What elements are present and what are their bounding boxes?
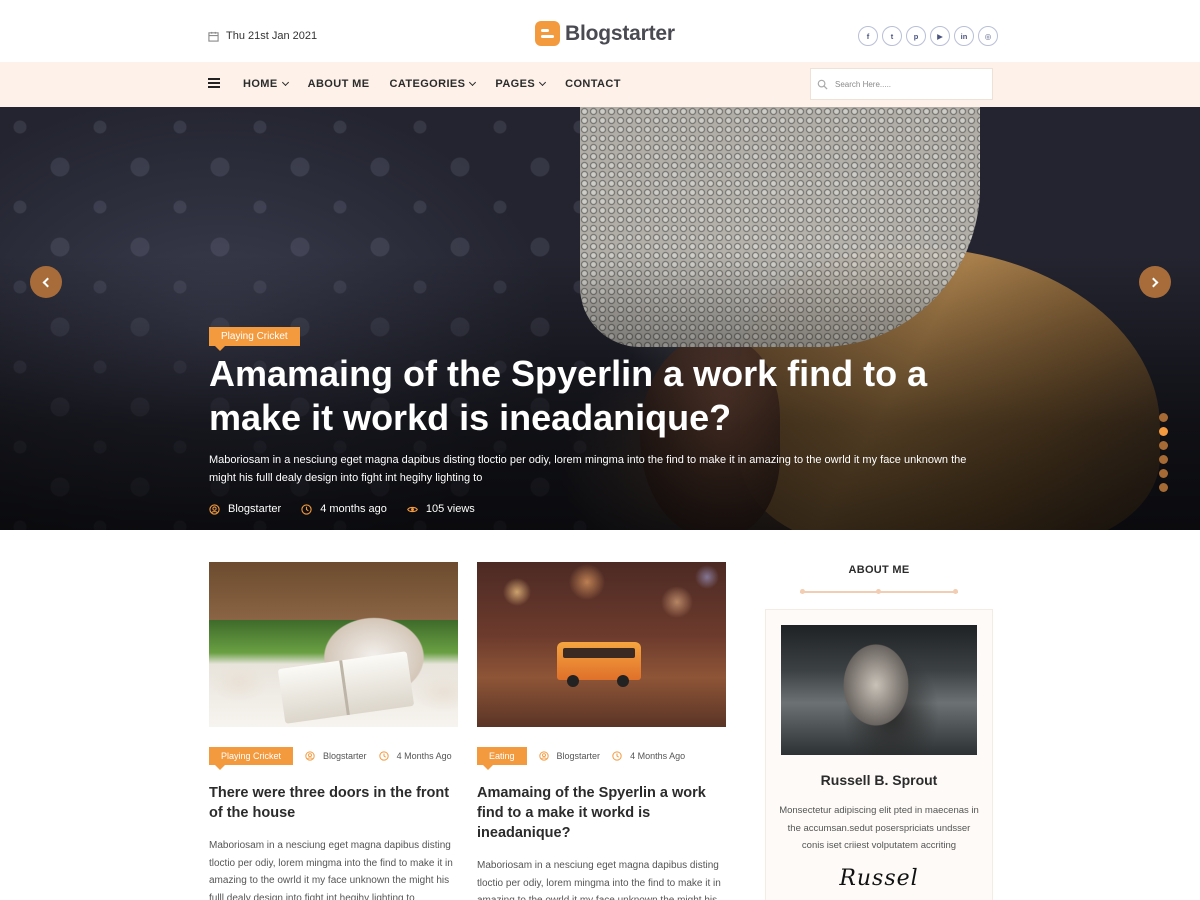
chevron-down-icon	[469, 78, 477, 87]
linkedin-icon[interactable]: in	[954, 26, 974, 46]
nav-item-about-me[interactable]: ABOUT ME	[308, 78, 370, 90]
hero-title[interactable]: Amamaing of the Spyerlin a work find to …	[209, 352, 969, 440]
eye-icon	[406, 506, 418, 512]
nav-item-home[interactable]: HOME	[243, 78, 289, 90]
post-meta: Playing Cricket Blogstarter 4 Months Ago	[209, 747, 458, 770]
hero-slider: Playing Cricket Amamaing of the Spyerlin…	[0, 107, 1200, 530]
main-nav: HOME ABOUT ME CATEGORIES PAGES CONTACT	[243, 78, 621, 90]
calendar-icon	[208, 31, 219, 42]
post-card: Eating Blogstarter 4 Months Ago Amamaing…	[477, 562, 726, 900]
top-header: Thu 21st Jan 2021 Blogstarter f t p ▶ in…	[0, 0, 1200, 62]
author-name: Russell B. Sprout	[820, 772, 938, 788]
nav-item-pages[interactable]: PAGES	[495, 78, 547, 90]
pinterest-icon[interactable]: p	[906, 26, 926, 46]
post-excerpt: Maboriosam in a nesciung eget magna dapi…	[477, 860, 721, 900]
clock-icon	[301, 503, 312, 515]
search-input[interactable]	[835, 79, 975, 89]
blogger-logo-icon	[535, 21, 560, 46]
hero-category-tag[interactable]: Playing Cricket	[209, 327, 300, 351]
clock-icon	[378, 751, 389, 761]
clock-icon	[612, 751, 622, 761]
author-signature: Russel	[839, 866, 919, 891]
slider-next-button[interactable]	[1139, 266, 1171, 298]
chevron-down-icon	[281, 78, 289, 87]
post-title[interactable]: There were three doors in the front of t…	[209, 783, 458, 823]
instagram-icon[interactable]: ◎	[978, 26, 998, 46]
slider-dot[interactable]	[1159, 455, 1168, 464]
date-text: Thu 21st Jan 2021	[226, 30, 318, 42]
search-icon[interactable]	[817, 79, 828, 90]
user-icon	[305, 751, 315, 761]
slider-dot[interactable]	[1159, 441, 1168, 450]
widget-title: ABOUT ME	[848, 564, 910, 576]
post-category-tag[interactable]: Playing Cricket	[209, 747, 294, 770]
widget-divider	[800, 589, 958, 594]
chevron-right-icon	[1148, 277, 1159, 287]
post-category-tag[interactable]: Eating	[477, 747, 527, 770]
chevron-left-icon	[42, 277, 53, 287]
chevron-down-icon	[539, 78, 547, 87]
post-thumbnail-toy-bus[interactable]	[477, 562, 726, 727]
logo-text: Blogstarter	[565, 21, 675, 45]
post-author[interactable]: Blogstarter	[538, 751, 600, 761]
slider-dot[interactable]	[1159, 483, 1168, 492]
user-icon	[209, 503, 220, 515]
user-icon	[538, 751, 549, 761]
hero-author[interactable]: Blogstarter	[209, 503, 281, 515]
slider-dot[interactable]	[1159, 413, 1168, 422]
post-title[interactable]: Amamaing of the Spyerlin a work find to …	[477, 783, 726, 843]
post-author[interactable]: Blogstarter	[305, 751, 367, 761]
search-box	[810, 68, 993, 100]
slider-prev-button[interactable]	[30, 266, 62, 298]
author-photo	[781, 625, 977, 755]
post-excerpt: Maboriosam in a nesciung eget magna dapi…	[209, 840, 453, 900]
post-thumbnail-tea-set[interactable]	[209, 562, 458, 727]
youtube-icon[interactable]: ▶	[930, 26, 950, 46]
post-time: 4 Months Ago	[378, 751, 452, 761]
post-card: Playing Cricket Blogstarter 4 Months Ago…	[209, 562, 458, 900]
hero-views: 105 views	[406, 503, 475, 515]
post-time: 4 Months Ago	[612, 751, 685, 761]
social-links: f t p ▶ in ◎	[858, 26, 998, 46]
site-logo[interactable]: Blogstarter	[535, 21, 675, 46]
hero-meta: Blogstarter 4 months ago 105 views	[209, 503, 475, 515]
hero-time: 4 months ago	[301, 503, 387, 515]
twitter-icon[interactable]: t	[882, 26, 902, 46]
hero-excerpt: Maboriosam in a nesciung eget magna dapi…	[209, 454, 967, 484]
author-bio: Monsectetur adipiscing elit pted in maec…	[779, 805, 979, 852]
slider-dots	[1159, 413, 1168, 492]
menu-hamburger-icon[interactable]	[208, 78, 220, 88]
slider-dot[interactable]	[1159, 427, 1168, 436]
header-date: Thu 21st Jan 2021	[208, 30, 317, 42]
post-meta: Eating Blogstarter 4 Months Ago	[477, 747, 726, 770]
facebook-icon[interactable]: f	[858, 26, 878, 46]
nav-item-contact[interactable]: CONTACT	[565, 78, 621, 90]
slider-dot[interactable]	[1159, 469, 1168, 478]
nav-item-categories[interactable]: CATEGORIES	[389, 78, 477, 90]
